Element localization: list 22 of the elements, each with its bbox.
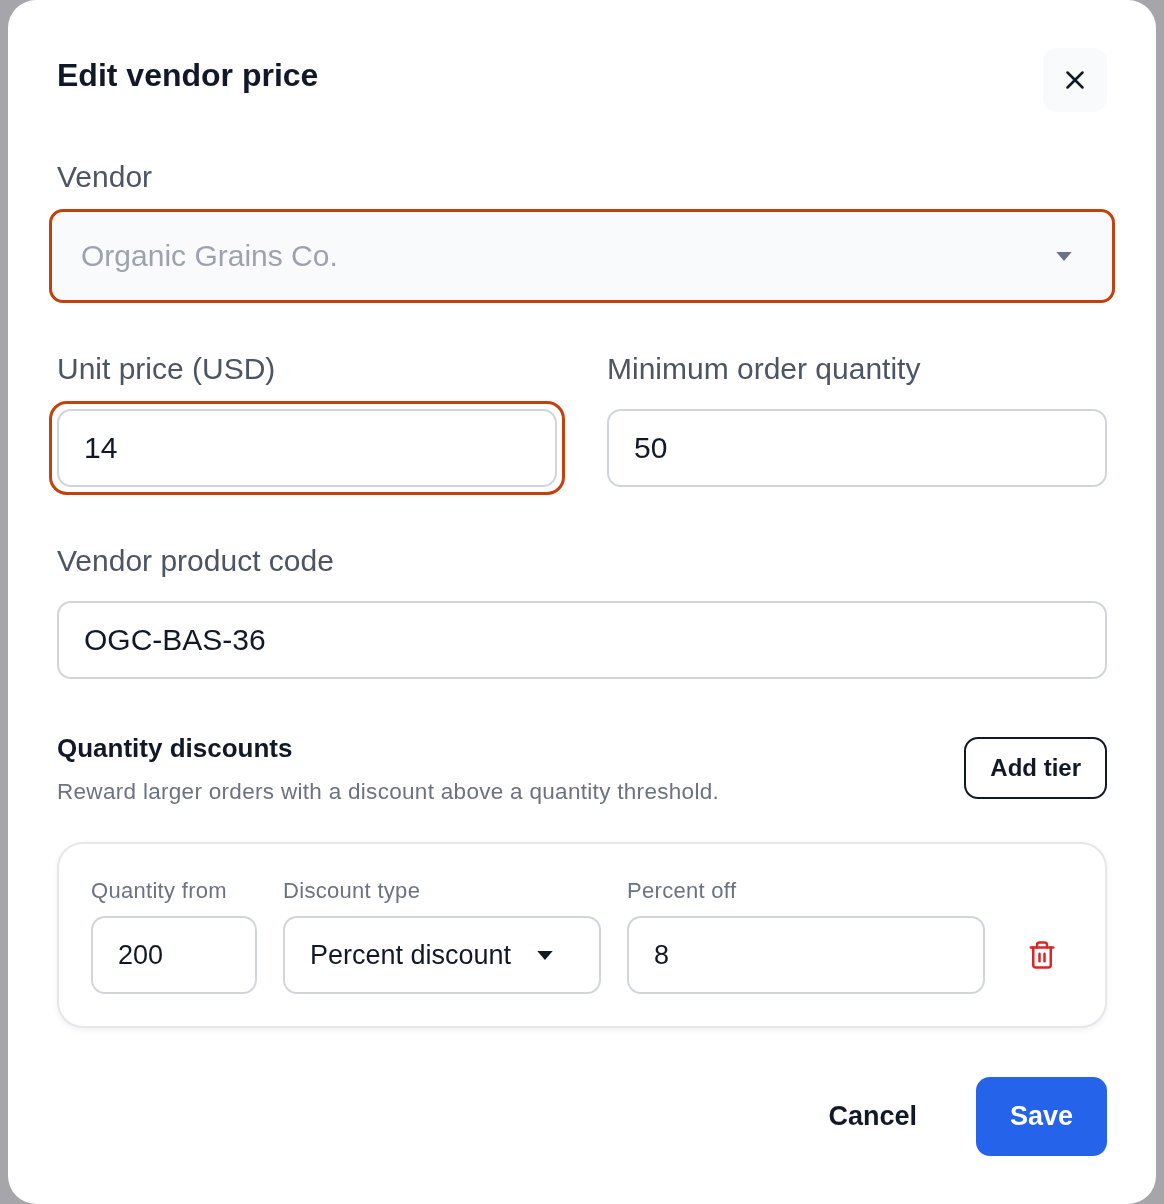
trash-icon [1027, 940, 1057, 970]
field-label: Minimum order quantity [607, 351, 922, 387]
field-label: Percent off [627, 877, 738, 905]
text-field[interactable]: 8 [627, 916, 985, 994]
field-label: Vendor product code [57, 543, 335, 579]
section-heading: Quantity discounts [57, 732, 294, 765]
text-field[interactable]: OGC-BAS-36 [57, 601, 1107, 679]
text-field[interactable]: 200 [91, 916, 257, 994]
caret-icon [1056, 251, 1072, 261]
section-description: Reward larger orders with a discount above a quantity threshold. [57, 778, 720, 806]
select-field[interactable]: Percent discount [283, 916, 601, 994]
field-label: Unit price (USD) [57, 351, 277, 387]
text-field[interactable]: 14 [49, 401, 565, 495]
field-label: Discount type [283, 877, 422, 905]
close-button[interactable] [1043, 48, 1107, 112]
text-field[interactable]: 50 [607, 409, 1107, 487]
dialog-title: Edit vendor price [57, 56, 319, 95]
caret-icon [537, 950, 554, 960]
field-label: Quantity from [91, 877, 228, 905]
add-tier-button[interactable]: Add tier [964, 737, 1107, 799]
save-button[interactable]: Save [975, 1077, 1107, 1156]
field-label: Vendor [57, 159, 154, 195]
